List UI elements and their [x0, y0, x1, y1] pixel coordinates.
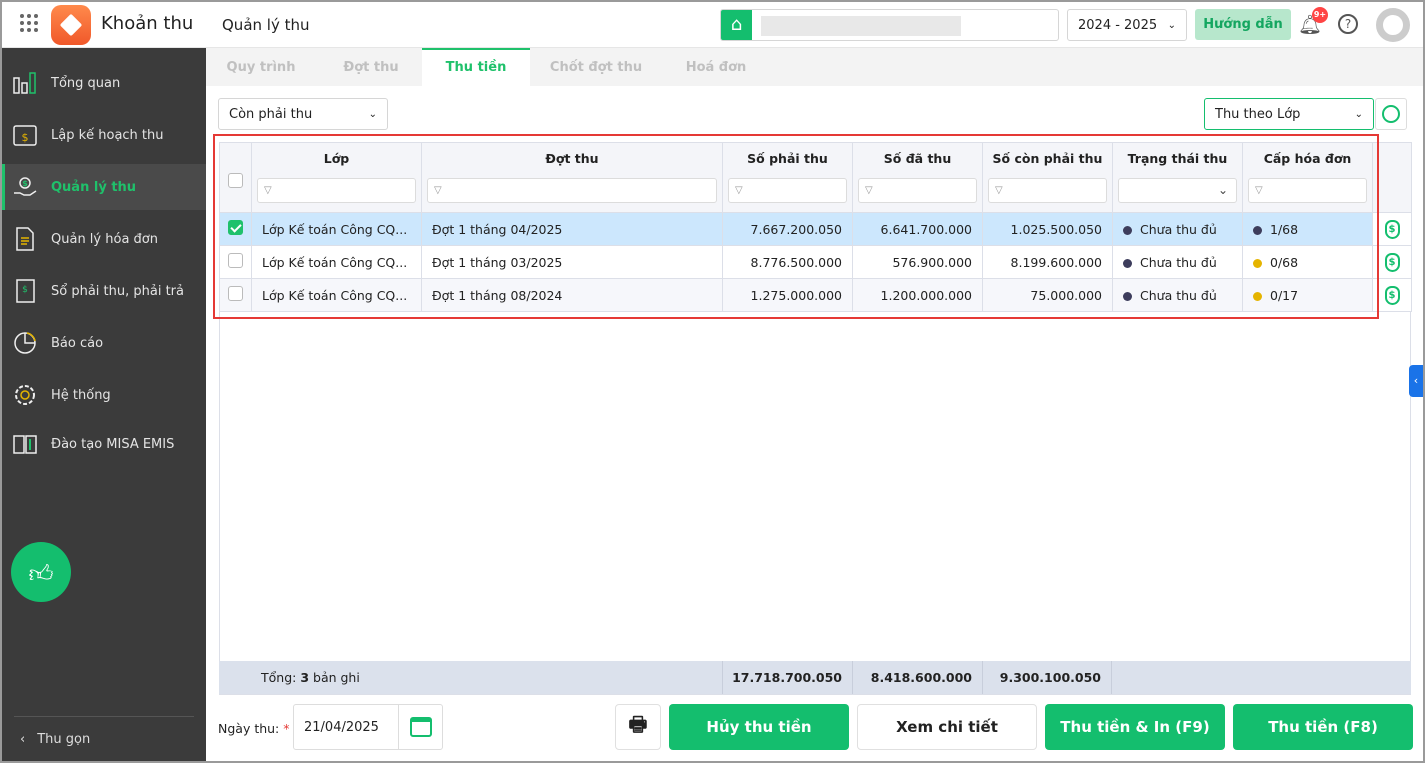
- highlight-box: [213, 134, 1379, 319]
- chevron-down-icon: ⌄: [1354, 108, 1363, 120]
- svg-text:$: $: [22, 285, 28, 295]
- sidebar-item-overview[interactable]: Tổng quan: [2, 60, 206, 106]
- sidebar: Tổng quan $ Lập kế hoạch thu $ Quản lý thu…: [2, 48, 206, 761]
- gear-icon: [15, 385, 35, 405]
- notification-badge: 9+: [1312, 7, 1328, 23]
- tab-collect-money[interactable]: Thu tiền: [422, 48, 530, 86]
- sidebar-item-system[interactable]: Hệ thống: [2, 372, 206, 418]
- money-bag-icon[interactable]: $: [1384, 252, 1400, 272]
- book-icon: [13, 435, 37, 454]
- collect-and-print-button[interactable]: Thu tiền & In (F9): [1045, 704, 1225, 750]
- collapse-sidebar-button[interactable]: ‹ Thu gọn: [20, 732, 90, 747]
- calendar-icon[interactable]: [398, 705, 443, 749]
- sidebar-item-training[interactable]: Đào tạo MISA EMIS: [2, 421, 206, 467]
- chart-icon: [13, 72, 36, 94]
- money-bag-icon[interactable]: $: [1384, 219, 1400, 239]
- document-icon: [16, 227, 34, 251]
- clock-icon: [1382, 105, 1400, 123]
- help-icon[interactable]: ?: [1338, 14, 1358, 34]
- app-name: Khoản thu: [101, 13, 194, 34]
- cancel-collection-button[interactable]: Hủy thu tiền: [669, 704, 849, 750]
- printer-icon: 🖶: [628, 712, 648, 736]
- table-footer: Tổng: 3 bản ghi 17.718.700.050 8.418.600…: [219, 661, 1411, 694]
- tab-process[interactable]: Quy trình: [206, 48, 316, 86]
- sidebar-item-invoices[interactable]: Quản lý hóa đơn: [2, 216, 206, 262]
- expand-panel-tab[interactable]: ‹: [1409, 365, 1423, 397]
- page-title: Quản lý thu: [222, 16, 310, 34]
- sidebar-item-plan[interactable]: $ Lập kế hoạch thu: [2, 112, 206, 158]
- top-header: Khoản thu Quản lý thu ⌂ 2024 - 2025 ⌄ Hướ…: [2, 2, 1423, 48]
- school-name-blurred: [761, 16, 961, 36]
- home-icon: ⌂: [721, 10, 752, 40]
- collect-button[interactable]: Thu tiền (F8): [1233, 704, 1413, 750]
- hand-coin-icon: $: [14, 177, 37, 196]
- chevron-down-icon: ⌄: [368, 108, 377, 120]
- guide-button[interactable]: Hướng dẫn: [1195, 9, 1291, 40]
- record-count: Tổng: 3 bản ghi: [261, 670, 360, 685]
- pie-chart-icon: [14, 332, 36, 354]
- total-amount-due: 17.718.700.050: [722, 661, 852, 694]
- history-clock-button[interactable]: [1375, 98, 1407, 130]
- avatar[interactable]: [1376, 8, 1410, 42]
- divider: [14, 716, 194, 717]
- tab-close-batch[interactable]: Chốt đợt thu: [536, 48, 656, 86]
- school-selector[interactable]: ⌂: [720, 9, 1059, 41]
- app-logo: [51, 5, 91, 45]
- ledger-icon: $: [16, 279, 35, 303]
- status-filter-select[interactable]: Còn phải thu ⌄: [218, 98, 388, 130]
- collection-date-input[interactable]: 21/04/2025: [293, 704, 443, 750]
- apps-grid-icon[interactable]: [20, 14, 38, 32]
- sidebar-item-ledger[interactable]: $ Sổ phải thu, phải trả: [2, 268, 206, 314]
- collection-mode-select[interactable]: Thu theo Lớp ⌄: [1204, 98, 1374, 130]
- calendar-dollar-icon: $: [13, 125, 37, 146]
- view-detail-button[interactable]: Xem chi tiết: [857, 704, 1037, 750]
- school-year-select[interactable]: 2024 - 2025 ⌄: [1067, 9, 1187, 41]
- tab-invoice[interactable]: Hoá đơn: [661, 48, 771, 86]
- sidebar-item-manage-collection[interactable]: $ Quản lý thu: [2, 164, 206, 210]
- app-window: Khoản thu Quản lý thu ⌂ 2024 - 2025 ⌄ Hướ…: [2, 2, 1423, 761]
- date-label: Ngày thu: *: [218, 721, 290, 736]
- print-button[interactable]: 🖶: [615, 704, 661, 750]
- money-bag-icon[interactable]: $: [1384, 285, 1400, 305]
- chevron-down-icon: ⌄: [1167, 19, 1176, 31]
- tab-bar: Quy trình Đợt thu Thu tiền Chốt đợt thu …: [206, 48, 1423, 86]
- tab-collection-batch[interactable]: Đợt thu: [316, 48, 426, 86]
- chevron-left-icon: ‹: [20, 732, 26, 747]
- feedback-thumbs-up-button[interactable]: 👍︎: [11, 542, 71, 602]
- svg-text:$: $: [22, 179, 28, 188]
- sidebar-item-reports[interactable]: Báo cáo: [2, 320, 206, 366]
- svg-text:$: $: [22, 131, 29, 144]
- total-remaining: 9.300.100.050: [982, 661, 1112, 694]
- total-amount-paid: 8.418.600.000: [852, 661, 982, 694]
